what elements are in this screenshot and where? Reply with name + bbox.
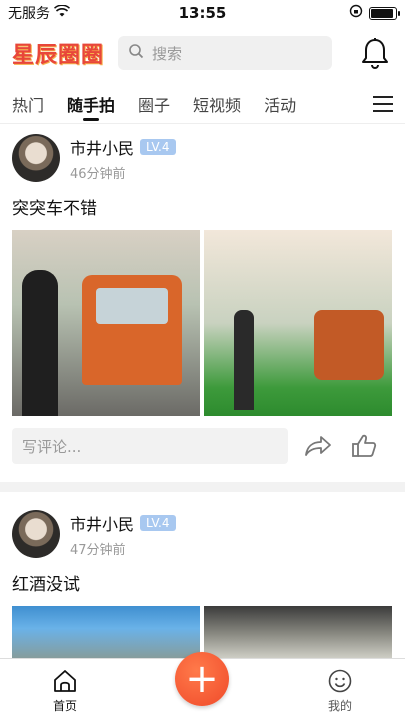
post-photos: [0, 230, 405, 416]
author-name[interactable]: 市井小民: [70, 135, 134, 159]
wifi-icon: [53, 4, 71, 21]
rotation-lock-icon: [349, 4, 363, 22]
tab-circles[interactable]: 圈子: [138, 84, 170, 124]
avatar[interactable]: [12, 510, 60, 558]
post-header: 市井小民 LV.4 46分钟前: [0, 132, 405, 184]
level-badge: LV.4: [140, 514, 176, 531]
comment-input[interactable]: 写评论...: [12, 428, 288, 464]
tab-short-video[interactable]: 短视频: [193, 84, 241, 124]
level-badge: LV.4: [140, 138, 176, 155]
post-time: 47分钟前: [70, 542, 126, 558]
name-row: 市井小民 LV.4: [70, 135, 176, 159]
comment-row: 写评论...: [0, 428, 405, 464]
tuktuk-window: [96, 288, 168, 324]
status-left: 无服务: [8, 3, 71, 23]
share-icon[interactable]: [302, 430, 334, 462]
person-figure: [22, 270, 58, 416]
status-right: [349, 4, 400, 22]
avatar[interactable]: [12, 134, 60, 182]
tab-hot[interactable]: 热门: [12, 84, 44, 124]
battery-icon: [369, 6, 400, 20]
section-divider: [0, 482, 405, 492]
home-icon: [51, 667, 79, 695]
post-card[interactable]: 市井小民 LV.4 47分钟前 红酒没试: [0, 508, 405, 662]
nav-home[interactable]: 首页: [40, 667, 90, 714]
post-meta: 市井小民 LV.4 47分钟前: [70, 511, 176, 558]
post-card[interactable]: 市井小民 LV.4 46分钟前 突突车不错 写评论...: [0, 132, 405, 464]
tuktuk-figure: [314, 310, 384, 380]
carrier-text: 无服务: [8, 6, 50, 22]
nav-profile[interactable]: 我的: [315, 667, 365, 714]
category-tabs: 热门 随手拍 圈子 短视频 活动: [0, 84, 405, 124]
add-post-button[interactable]: +: [175, 652, 229, 706]
post-time: 46分钟前: [70, 166, 126, 182]
post-photo[interactable]: [204, 230, 392, 416]
status-bar: 无服务 13:55: [0, 0, 405, 26]
tab-snapshot[interactable]: 随手拍: [67, 84, 115, 124]
header: 星辰圈圈 搜索: [0, 30, 405, 76]
search-input[interactable]: 搜索: [118, 36, 332, 70]
post-text: 红酒没试: [12, 575, 80, 595]
post-photo[interactable]: [204, 606, 392, 662]
author-name[interactable]: 市井小民: [70, 511, 134, 535]
tab-activities[interactable]: 活动: [264, 84, 296, 124]
post-photo[interactable]: [12, 230, 200, 416]
post-photo[interactable]: [12, 606, 200, 662]
post-header: 市井小民 LV.4 47分钟前: [0, 508, 405, 560]
notification-bell-icon[interactable]: [357, 35, 393, 71]
nav-profile-label: 我的: [327, 699, 352, 713]
post-meta: 市井小民 LV.4 46分钟前: [70, 135, 176, 182]
post-text: 突突车不错: [12, 199, 97, 219]
app-logo[interactable]: 星辰圈圈: [12, 37, 112, 69]
menu-icon[interactable]: [373, 94, 393, 114]
name-row: 市井小民 LV.4: [70, 511, 176, 535]
like-icon[interactable]: [348, 430, 380, 462]
person-figure: [234, 310, 254, 410]
search-icon: [128, 43, 144, 63]
search-placeholder: 搜索: [152, 44, 183, 63]
nav-home-label: 首页: [52, 699, 77, 713]
smiley-icon: [326, 667, 354, 695]
